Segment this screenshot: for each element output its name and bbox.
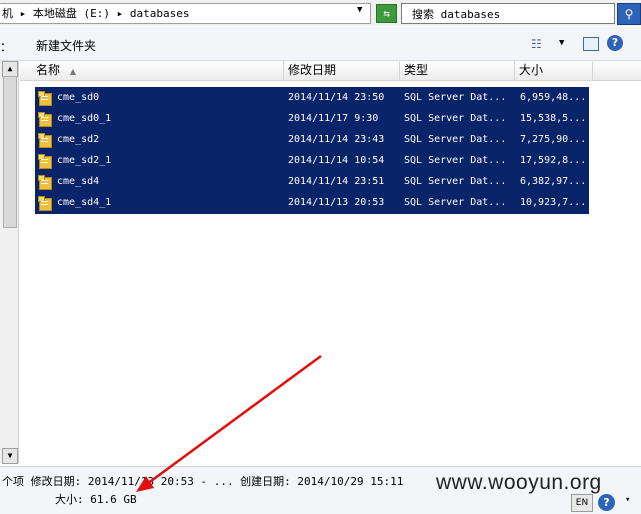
sql-data-file-icon — [38, 196, 52, 211]
file-size: 7,275,90... — [520, 134, 587, 145]
refresh-arrows-icon[interactable]: ⇆ — [376, 4, 397, 23]
file-name: cme_sd0_1 — [57, 113, 112, 124]
view-dropdown-icon[interactable]: ▼ — [559, 38, 564, 48]
taskbar-help-icon[interactable]: ? — [598, 494, 615, 511]
file-modified: 2014/11/14 23:43 — [288, 134, 385, 145]
file-modified: 2014/11/14 23:50 — [288, 92, 385, 103]
file-size: 17,592,8... — [520, 155, 587, 166]
column-header-type[interactable]: 类型 — [400, 61, 515, 80]
file-name: cme_sd2 — [57, 134, 100, 145]
column-header-name[interactable]: 名称 ▲ — [32, 61, 284, 80]
toolbar-stub[interactable]: ： — [0, 38, 12, 55]
scroll-down-icon[interactable]: ▼ — [2, 448, 18, 464]
preview-pane-icon[interactable] — [583, 37, 599, 51]
file-type: SQL Server Dat... — [404, 134, 507, 145]
new-folder-button[interactable]: 新建文件夹 — [36, 37, 96, 54]
file-size: 6,382,97... — [520, 176, 587, 187]
file-row[interactable]: cme_sd2 2014/11/14 23:43 SQL Server Dat...… — [35, 130, 589, 151]
column-header-size[interactable]: 大小 — [515, 61, 593, 80]
toolbar — [0, 27, 641, 61]
scroll-up-icon[interactable]: ▲ — [2, 61, 18, 77]
file-row[interactable]: cme_sd0_1 2014/11/17 9:30 SQL Server Dat..… — [35, 109, 589, 130]
column-header-name-label: 名称 — [36, 63, 61, 77]
file-row[interactable]: cme_sd0 2014/11/14 23:50 SQL Server Dat...… — [35, 88, 589, 109]
sql-data-file-icon — [38, 133, 52, 148]
file-row[interactable]: cme_sd4 2014/11/14 23:51 SQL Server Dat...… — [35, 172, 589, 193]
file-modified: 2014/11/13 20:53 — [288, 197, 385, 208]
file-modified: 2014/11/14 10:54 — [288, 155, 385, 166]
file-modified: 2014/11/17 9:30 — [288, 113, 379, 124]
status-details: 个项 修改日期: 2014/11/13 20:53 - ... 创建日期: 20… — [2, 475, 404, 488]
file-name: cme_sd4 — [57, 176, 100, 187]
search-icon[interactable]: ⚲ — [617, 3, 641, 25]
watermark: www.wooyun.org — [436, 471, 602, 494]
file-row[interactable]: cme_sd4_1 2014/11/13 20:53 SQL Server Dat.… — [35, 193, 589, 214]
column-header-modified[interactable]: 修改日期 — [284, 61, 400, 80]
file-type: SQL Server Dat... — [404, 176, 507, 187]
sql-data-file-icon — [38, 175, 52, 190]
scrollbar-thumb[interactable] — [3, 76, 17, 228]
file-type: SQL Server Dat... — [404, 197, 507, 208]
chevron-down-icon[interactable]: ▼ — [357, 5, 362, 15]
breadcrumb[interactable]: 机 ▸ 本地磁盘 (E:) ▸ databases — [2, 5, 189, 21]
file-size: 6,959,48... — [520, 92, 587, 103]
file-row[interactable]: cme_sd2_1 2014/11/14 10:54 SQL Server Dat.… — [35, 151, 589, 172]
file-type: SQL Server Dat... — [404, 113, 507, 124]
view-list-icon[interactable]: ☷ — [531, 37, 542, 51]
status-size: 大小: 61.6 GB — [55, 493, 137, 506]
file-type: SQL Server Dat... — [404, 155, 507, 166]
file-modified: 2014/11/14 23:51 — [288, 176, 385, 187]
sql-data-file-icon — [38, 112, 52, 127]
taskbar-options-icon[interactable]: ▾ — [625, 495, 630, 505]
file-size: 10,923,7... — [520, 197, 587, 208]
help-icon[interactable]: ? — [607, 35, 623, 51]
file-size: 15,538,5... — [520, 113, 587, 124]
language-indicator[interactable]: EN — [571, 494, 593, 512]
sql-data-file-icon — [38, 154, 52, 169]
file-name: cme_sd4_1 — [57, 197, 112, 208]
sql-data-file-icon — [38, 91, 52, 106]
file-name: cme_sd0 — [57, 92, 100, 103]
annotation-arrow-line — [146, 354, 322, 486]
file-type: SQL Server Dat... — [404, 92, 507, 103]
search-placeholder: 搜索 databases — [412, 8, 501, 21]
file-name: cme_sd2_1 — [57, 155, 112, 166]
sort-ascending-icon: ▲ — [69, 67, 76, 76]
